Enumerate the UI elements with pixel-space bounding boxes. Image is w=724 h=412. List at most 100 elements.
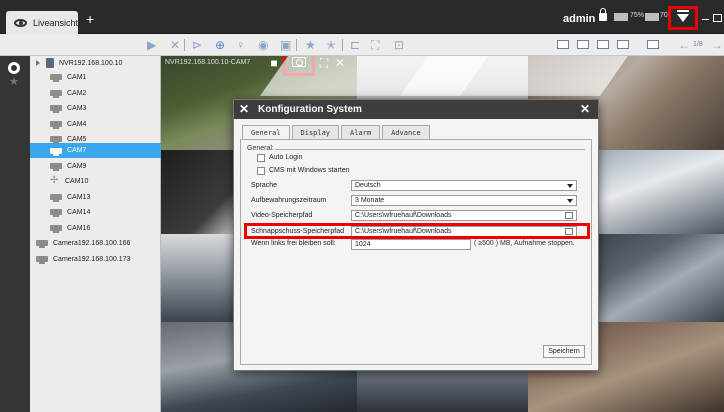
side-strip: ★ xyxy=(0,56,30,412)
tree-camera-label: CAM3 xyxy=(67,104,87,112)
camera-icon xyxy=(36,256,48,264)
expand-icon[interactable] xyxy=(36,60,42,66)
favorite-icon[interactable]: ★ xyxy=(305,38,316,52)
tree-camera-label: CAM14 xyxy=(67,208,91,216)
close-all-icon[interactable]: ✕ xyxy=(170,38,180,52)
tree-camera[interactable]: CAM16 xyxy=(30,221,161,235)
zoom-icon[interactable]: ⊕ xyxy=(215,38,225,52)
language-label: Sprache xyxy=(251,182,278,189)
talk-icon[interactable]: ♀ xyxy=(236,38,245,52)
camera-icon xyxy=(50,147,62,156)
tree-camera-label: CAM7 xyxy=(67,147,87,154)
tree-camera[interactable]: CAM1 xyxy=(30,70,161,84)
free-space-note: ( ≥500 ) MB, Aufnahme stoppen. xyxy=(474,240,575,247)
layout-menu-icon[interactable]: ⊡ xyxy=(394,38,404,52)
retention-label: Aufbewahrungszeitraum xyxy=(251,197,327,204)
dialog-tabs: General Display Alarm Advance xyxy=(242,125,432,140)
tab-liveansicht[interactable]: Liveansicht xyxy=(6,11,78,34)
video-path-field[interactable]: C:\Users\wfruehauf\Downloads xyxy=(351,210,577,221)
language-select[interactable]: Deutsch xyxy=(351,180,577,191)
ptz-icon[interactable]: ⊳ xyxy=(192,38,202,52)
tree-camera-label: CAM13 xyxy=(67,193,91,201)
layout-4-icon[interactable] xyxy=(577,40,589,49)
tab-label: Liveansicht xyxy=(32,17,78,28)
tree-camera-selected[interactable]: CAM7 xyxy=(30,143,161,158)
separator xyxy=(296,39,297,51)
eye-icon xyxy=(14,18,27,27)
picture-icon[interactable]: ▣ xyxy=(280,38,291,52)
auto-login-label: Auto Login xyxy=(269,154,303,161)
snapshot-path-highlight xyxy=(244,223,590,239)
group-divider xyxy=(275,149,585,150)
tree-camera[interactable]: CAM9 xyxy=(30,159,161,173)
tree-device[interactable]: Camera192.168.100.166 xyxy=(30,236,161,250)
tools-icon: ✕ xyxy=(239,102,250,116)
fullscreen-icon[interactable]: ⛶ xyxy=(371,38,379,52)
cpu-label: 75% xyxy=(630,12,645,19)
tree-nvr[interactable]: NVR192.168.100.10 xyxy=(30,56,161,70)
dialog-header: ✕ Konfiguration System ✕ xyxy=(234,100,598,119)
retention-value: 3 Monate xyxy=(355,197,385,204)
tree-camera-label: CAM4 xyxy=(67,120,87,128)
layout-custom-icon[interactable] xyxy=(647,40,659,49)
tab-alarm[interactable]: Alarm xyxy=(341,125,381,139)
ptz-camera-icon: ✢ xyxy=(50,175,59,186)
general-panel: General: Auto Login CMS mit Windows star… xyxy=(240,139,592,365)
tree-camera[interactable]: CAM2 xyxy=(30,86,161,100)
tree-nvr-label: NVR192.168.100.10 xyxy=(59,59,123,67)
device-list-icon[interactable] xyxy=(8,62,20,74)
cpu-meter xyxy=(614,13,628,21)
config-dialog: ✕ Konfiguration System ✕ General Display… xyxy=(233,99,599,371)
preview-icon[interactable]: ◉ xyxy=(258,38,268,52)
layout-16-icon[interactable] xyxy=(617,40,629,49)
tree-camera[interactable]: CAM13 xyxy=(30,190,161,204)
tab-advance[interactable]: Advance xyxy=(382,125,430,139)
camera-icon xyxy=(50,136,62,144)
tree-camera-label: CAM5 xyxy=(67,135,87,143)
auto-login-checkbox[interactable] xyxy=(257,154,265,162)
dialog-close-icon[interactable]: ✕ xyxy=(580,102,590,116)
cms-start-label: CMS mit Windows starten xyxy=(269,167,350,174)
free-space-label: Wenn links frei bleiben soll: xyxy=(251,240,336,247)
camera-icon xyxy=(50,90,62,98)
favorites-icon[interactable]: ★ xyxy=(9,75,19,88)
tree-camera-label: CAM2 xyxy=(67,89,87,97)
download-highlight[interactable] xyxy=(668,6,698,30)
tree-device-label: Camera192.168.100.166 xyxy=(53,239,131,247)
sequence-icon[interactable]: ⊏ xyxy=(350,38,360,52)
language-value: Deutsch xyxy=(355,182,381,189)
tree-device-label: Camera192.168.100.173 xyxy=(53,255,131,263)
chevron-down-icon xyxy=(567,199,573,203)
camera-icon xyxy=(50,225,62,233)
tree-camera[interactable]: CAM3 xyxy=(30,101,161,115)
save-button[interactable]: Speichern xyxy=(543,345,585,358)
video-path-label: Video-Speicherpfad xyxy=(251,212,313,219)
memory-meter xyxy=(645,13,659,21)
camera-icon xyxy=(50,74,62,82)
tab-general[interactable]: General xyxy=(242,125,290,140)
favorite-add-icon[interactable]: ✭ xyxy=(326,38,336,52)
video-cell-label: NVR192.168.100.10-CAM7 xyxy=(165,59,251,66)
free-space-field[interactable]: 1024 xyxy=(351,239,471,250)
tree-device[interactable]: Camera192.168.100.173 xyxy=(30,252,161,266)
group-label: General: xyxy=(247,145,274,152)
nvr-icon xyxy=(46,58,54,68)
memory-label: 70 xyxy=(660,12,668,19)
lock-icon[interactable] xyxy=(599,8,607,21)
next-page-icon[interactable]: → xyxy=(711,38,723,52)
new-tab-button[interactable]: + xyxy=(86,11,94,27)
tree-camera[interactable]: CAM14 xyxy=(30,205,161,219)
play-icon[interactable]: ▶ xyxy=(147,38,156,52)
retention-select[interactable]: 3 Monate xyxy=(351,195,577,206)
minimize-icon[interactable] xyxy=(702,19,709,20)
tree-camera[interactable]: ✢ CAM10 xyxy=(30,174,161,188)
device-tree: NVR192.168.100.10 CAM1 CAM2 CAM3 CAM4 CA… xyxy=(30,56,161,412)
layout-1-icon[interactable] xyxy=(557,40,569,49)
folder-icon[interactable] xyxy=(565,212,573,219)
tree-camera[interactable]: CAM4 xyxy=(30,117,161,131)
cms-start-checkbox[interactable] xyxy=(257,167,265,175)
prev-page-icon[interactable]: ← xyxy=(678,38,690,52)
tab-display[interactable]: Display xyxy=(291,125,340,139)
layout-9-icon[interactable] xyxy=(597,40,609,49)
maximize-icon[interactable] xyxy=(713,14,722,22)
